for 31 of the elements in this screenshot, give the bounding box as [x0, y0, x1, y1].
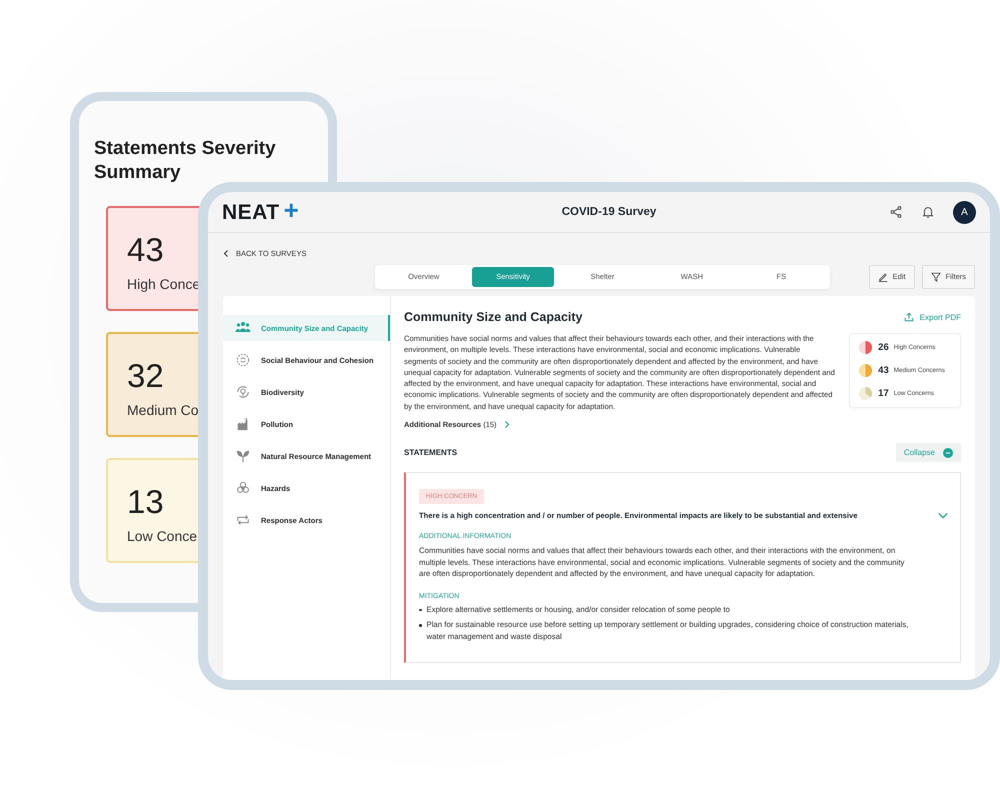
- concern-count: 43: [878, 365, 889, 376]
- chevron-down-icon[interactable]: [938, 512, 948, 520]
- logo-plus: +: [284, 200, 299, 220]
- dashed-circle-icon: [235, 353, 251, 367]
- severity-label: Medium Co: [127, 402, 199, 418]
- severity-count: 32: [127, 358, 164, 394]
- statements-heading: STATEMENTS: [404, 448, 458, 458]
- logo-text: NEAT: [222, 200, 280, 224]
- chevron-left-icon: [223, 248, 229, 258]
- severity-label: Low Conce: [127, 528, 198, 544]
- chevron-right-icon: [504, 420, 510, 430]
- filter-icon: [930, 272, 941, 282]
- people-icon: [235, 321, 251, 335]
- severity-count: 43: [127, 232, 164, 268]
- leaf-icon: [235, 449, 251, 463]
- bullet-icon: [419, 624, 422, 627]
- severity-label: High Conce: [127, 276, 200, 292]
- swap-arrows-icon: [235, 513, 251, 527]
- upload-icon: [904, 312, 914, 322]
- summary-title: Statements Severity Summary: [94, 137, 277, 185]
- bell-icon[interactable]: [921, 205, 935, 219]
- avatar-button[interactable]: A: [953, 200, 976, 224]
- minus-circle-icon: [943, 448, 953, 458]
- survey-title: COVID-19 Survey: [562, 206, 656, 218]
- concern-count: 26: [878, 342, 889, 353]
- bullet-icon: [419, 608, 422, 612]
- section-title: Community Size and Capacity: [404, 310, 583, 324]
- severity-count: 13: [127, 484, 164, 520]
- pencil-icon: [878, 272, 888, 282]
- concern-count: 17: [878, 388, 889, 399]
- share-icon[interactable]: [889, 205, 903, 219]
